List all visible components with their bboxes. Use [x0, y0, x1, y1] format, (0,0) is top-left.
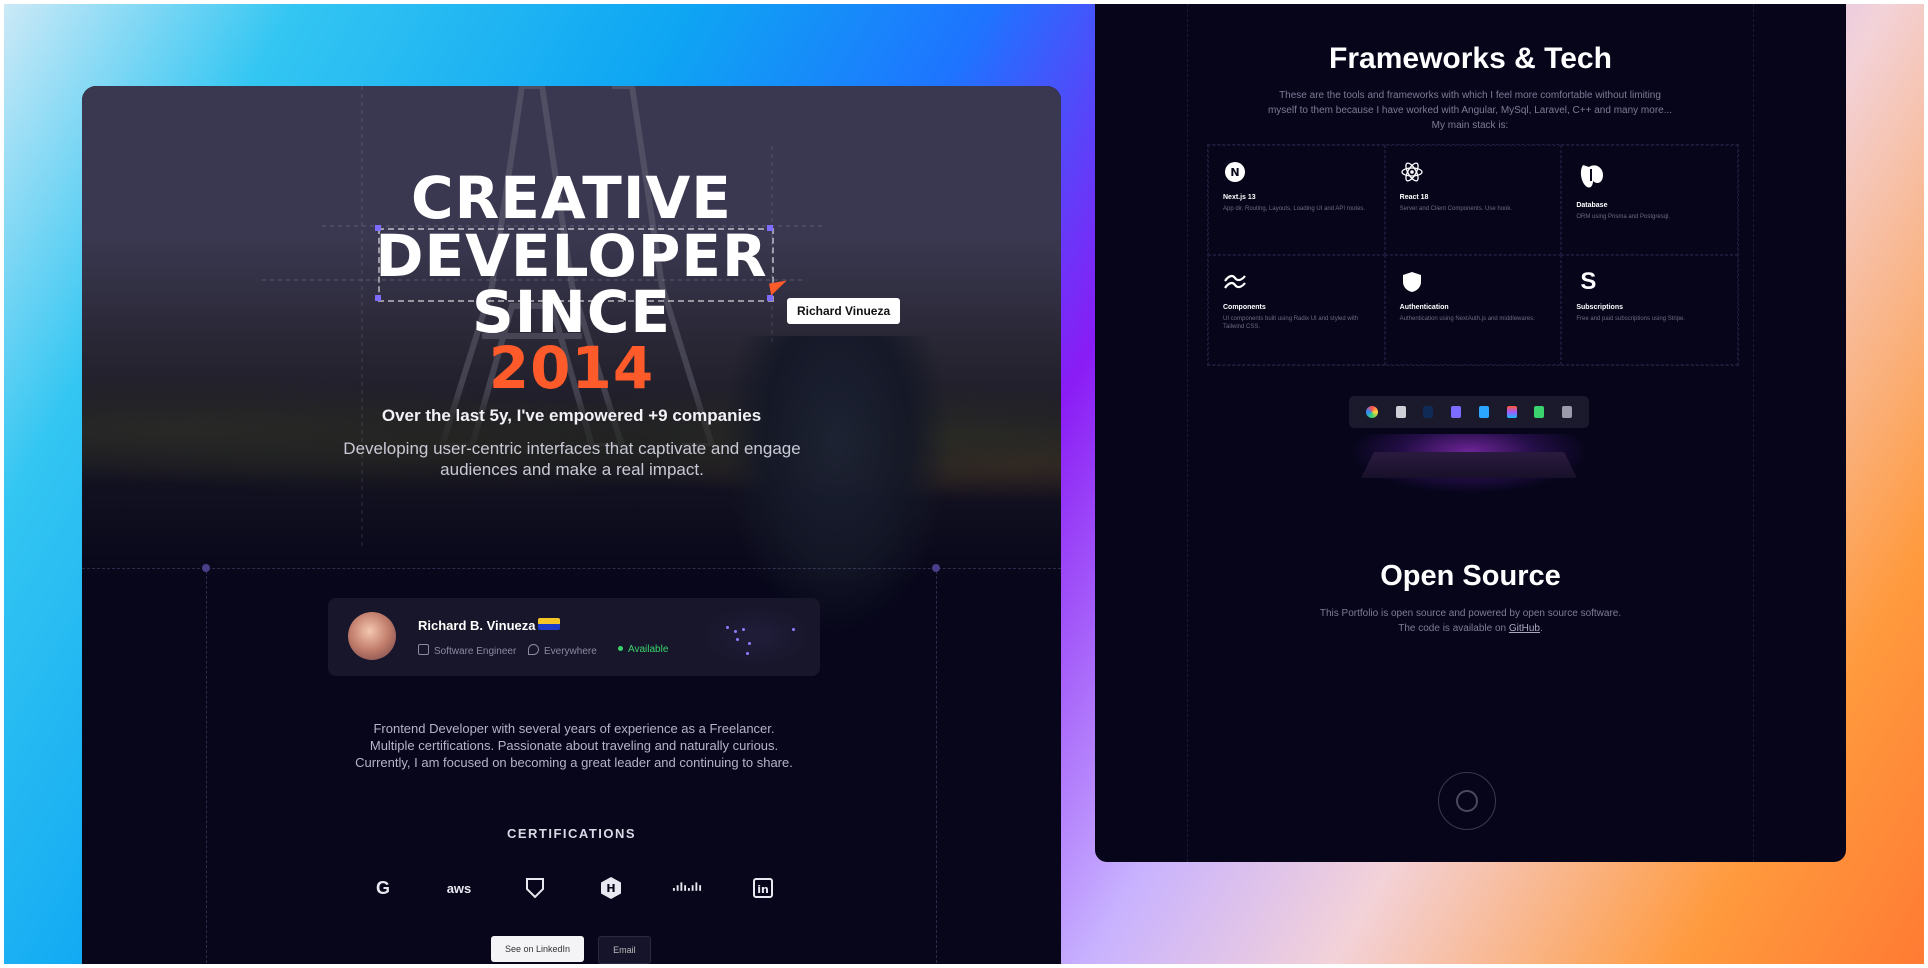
- avatar: [348, 612, 396, 660]
- certifications-row: G aws H in: [368, 876, 778, 900]
- profile-card[interactable]: Richard B. Vinueza Software Engineer Eve…: [328, 598, 820, 676]
- email-button[interactable]: Email: [598, 936, 651, 964]
- selection-handle: [767, 295, 773, 301]
- profile-location-text: Everywhere: [544, 646, 597, 657]
- cursor-name-tag: Richard Vinueza: [787, 298, 901, 324]
- framework-card[interactable]: Database ORM using Prisma and Postgresql…: [1561, 145, 1738, 255]
- photoshop-icon[interactable]: [1423, 406, 1434, 418]
- logo-seal-icon: [1438, 772, 1496, 830]
- profile-role: Software Engineer: [418, 644, 516, 657]
- briefcase-icon: [418, 644, 429, 655]
- profile-role-text: Software Engineer: [434, 646, 517, 657]
- guide-line: [936, 566, 937, 968]
- framework-card[interactable]: N Next.js 13 App dir, Routing, Layouts, …: [1208, 145, 1385, 255]
- shield-badge-icon[interactable]: [520, 876, 550, 900]
- contact-buttons: See on LinkedIn Email: [491, 936, 651, 964]
- hero-title-year: 2014: [488, 334, 655, 402]
- framework-card[interactable]: React 18 Server and Client Components. U…: [1384, 145, 1562, 255]
- selection-box: [378, 228, 774, 302]
- cisco-icon[interactable]: [672, 876, 702, 900]
- app-icon[interactable]: [1451, 406, 1462, 418]
- app-icon[interactable]: [1534, 406, 1545, 418]
- framework-card-title: Next.js 13: [1223, 194, 1256, 201]
- guide-line: [1753, 4, 1754, 862]
- world-map-icon: [706, 608, 806, 664]
- chrome-icon[interactable]: [1365, 406, 1378, 418]
- hackerrank-icon[interactable]: H: [596, 876, 626, 900]
- bio-text: Frontend Developer with several years of…: [355, 721, 793, 770]
- app-dock: [1349, 396, 1589, 428]
- framework-card-desc: Authentication using NextAuth.js and mid…: [1399, 316, 1535, 322]
- framework-card-title: Authentication: [1399, 304, 1449, 311]
- svg-text:N: N: [1230, 166, 1239, 179]
- guide-dot: [932, 564, 940, 572]
- open-source-line2: The code is available on GitHub.: [1095, 621, 1846, 636]
- open-source-line2-prefix: The code is available on: [1398, 623, 1509, 634]
- see-on-linkedin-button[interactable]: See on LinkedIn: [491, 936, 585, 962]
- aws-icon[interactable]: aws: [444, 876, 474, 900]
- components-icon: [1223, 270, 1247, 294]
- status-badge: Available: [618, 644, 668, 655]
- framework-card-title: Components: [1223, 304, 1266, 311]
- vscode-icon[interactable]: [1478, 406, 1489, 418]
- figma-icon[interactable]: [1506, 406, 1517, 418]
- framework-card[interactable]: Authentication Authentication using Next…: [1384, 255, 1562, 365]
- hero-tagline: Developing user-centric interfaces that …: [343, 439, 801, 479]
- laptop-illustration: [1361, 452, 1577, 478]
- nextjs-icon: N: [1223, 160, 1247, 184]
- database-icon: [1576, 160, 1608, 192]
- portfolio-hero-panel: CREATIVE DEVELOPER SINCE 2014 Richard Vi…: [82, 86, 1061, 968]
- react-icon: [1400, 160, 1424, 184]
- selection-handle: [375, 225, 381, 231]
- frameworks-grid: N Next.js 13 App dir, Routing, Layouts, …: [1207, 144, 1739, 366]
- open-source-description: This Portfolio is open source and powere…: [1095, 606, 1846, 636]
- frameworks-title: Frameworks & Tech: [1329, 42, 1612, 75]
- github-link[interactable]: GitHub: [1509, 623, 1540, 634]
- certifications-title: CERTIFICATIONS: [506, 826, 637, 841]
- auth-shield-icon: [1400, 270, 1424, 294]
- location-pin-icon: [528, 644, 539, 655]
- selection-handle: [375, 295, 381, 301]
- selection-handle: [767, 225, 773, 231]
- profile-location: Everywhere: [528, 644, 597, 657]
- framework-card-desc: Free and paid subscriptions using Stripe…: [1576, 316, 1686, 322]
- trash-icon[interactable]: [1562, 406, 1573, 418]
- frameworks-description: These are the tools and frameworks with …: [1267, 90, 1673, 131]
- guide-line: [1187, 4, 1188, 862]
- open-source-line2-suffix: .: [1539, 623, 1543, 634]
- linkedin-icon[interactable]: in: [748, 876, 778, 900]
- profile-name: Richard B. Vinueza: [418, 618, 536, 633]
- framework-card[interactable]: S Subscriptions Free and paid subscripti…: [1561, 255, 1738, 365]
- hero-subtitle: Over the last 5y, I've empowered +9 comp…: [381, 406, 762, 425]
- framework-card-desc: ORM using Prisma and Postgresql.: [1576, 214, 1671, 220]
- stripe-icon: S: [1580, 268, 1597, 295]
- framework-card[interactable]: Components UI components built using Rad…: [1208, 255, 1385, 365]
- framework-card-title: React 18: [1399, 194, 1429, 201]
- guide-line: [206, 566, 207, 968]
- guide-line: [82, 568, 1061, 569]
- framework-card-desc: Server and Client Components. Use hook.: [1399, 206, 1513, 212]
- open-source-title: Open Source: [1380, 560, 1561, 592]
- framework-card-desc: App dir, Routing, Layouts, Loading UI an…: [1223, 206, 1366, 212]
- framework-card-desc: UI components built using Radix UI and s…: [1223, 316, 1359, 330]
- svg-text:in: in: [757, 883, 769, 896]
- framework-card-title: Subscriptions: [1576, 304, 1624, 311]
- flag-icon: [538, 618, 560, 630]
- framework-card-title: Database: [1576, 202, 1608, 209]
- guide-dot: [202, 564, 210, 572]
- file-icon[interactable]: [1395, 406, 1406, 418]
- frameworks-panel: Frameworks & Tech These are the tools an…: [1095, 4, 1846, 862]
- google-icon[interactable]: G: [368, 876, 398, 900]
- svg-text:H: H: [606, 882, 615, 895]
- open-source-line1: This Portfolio is open source and powere…: [1319, 608, 1622, 619]
